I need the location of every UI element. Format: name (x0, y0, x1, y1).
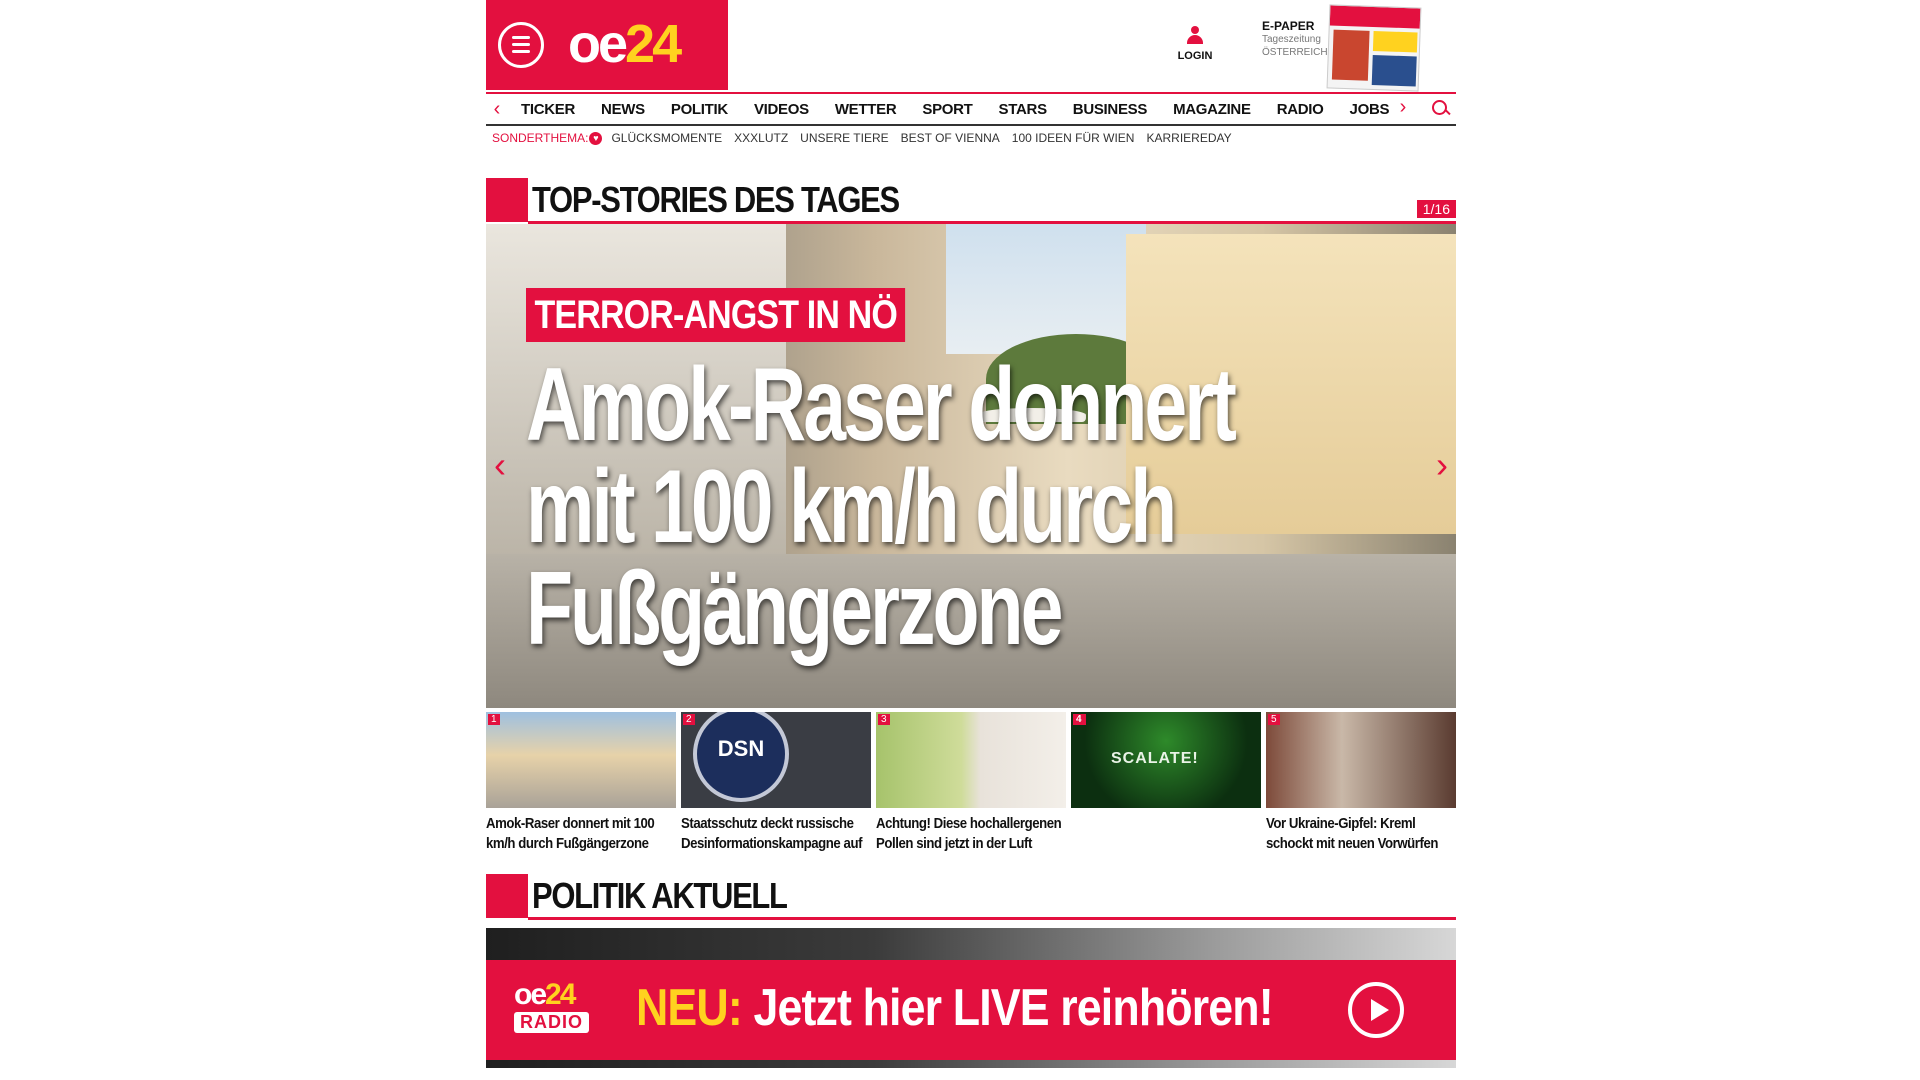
radio-banner-text: Jetzt hier LIVE reinhören! (753, 979, 1273, 1037)
page: oe24 LOGIN E-PAPER Tageszeitung ÖSTERREI… (486, 0, 1456, 1080)
search-icon[interactable] (1432, 100, 1450, 118)
teaser-image[interactable]: SCALATE! 4 (1071, 712, 1261, 808)
teaser-number: 2 (683, 714, 695, 725)
user-icon (1187, 26, 1203, 46)
heart-icon: ♥ (589, 131, 603, 145)
teaser-image[interactable]: 1 (486, 712, 676, 808)
epaper-link[interactable]: E-PAPER Tageszeitung ÖSTERREICH (1262, 19, 1328, 59)
heading-underline (528, 917, 1456, 920)
logo-oe: oe (568, 14, 628, 74)
special-topic-item[interactable]: XXXLUTZ (728, 131, 794, 145)
radio-banner-message: NEU: Jetzt hier LIVE reinhören! (636, 978, 1274, 1038)
teaser-number: 4 (1073, 714, 1086, 725)
teaser-title[interactable]: Achtung! Diese hochallergenen Pollen sin… (876, 814, 1066, 854)
special-topic-item[interactable]: BEST OF VIENNA (895, 131, 1006, 145)
heading-accent-block (486, 178, 528, 222)
special-topic-item[interactable]: KARRIEREDAY (1140, 131, 1237, 145)
site-logo[interactable]: oe24 (568, 14, 682, 74)
nav-item-radio[interactable]: RADIO (1264, 101, 1337, 118)
nav-item-magazine[interactable]: MAGAZINE (1160, 101, 1264, 118)
nav-item-videos[interactable]: VIDEOS (741, 101, 822, 118)
nav-item-business[interactable]: BUSINESS (1060, 101, 1160, 118)
radio-banner-new: NEU: (636, 979, 743, 1037)
epaper-subtitle: Tageszeitung (1262, 34, 1321, 45)
special-topics-bar: SONDERTHEMA: ♥ GLÜCKSMOMENTE XXXLUTZ UNS… (486, 126, 1456, 150)
epaper-thumbnail[interactable] (1326, 4, 1422, 92)
teaser-card[interactable]: DSN 2 Staatsschutz deckt russische Desin… (681, 712, 871, 854)
nav-right-arrow-icon[interactable]: › (1392, 96, 1414, 119)
epaper-photo-2 (1372, 30, 1418, 53)
nav-left-arrow-icon[interactable]: ‹ (486, 98, 508, 121)
slide-counter: 1/16 (1416, 200, 1456, 218)
heading-accent-block (486, 874, 528, 918)
radio-logo-label: RADIO (514, 1012, 589, 1033)
teaser-number: 5 (1268, 714, 1280, 725)
nav-item-stars[interactable]: STARS (986, 101, 1060, 118)
radio-banner[interactable]: oe24 RADIO NEU: Jetzt hier LIVE reinhöre… (486, 960, 1456, 1060)
epaper-photo-3 (1371, 54, 1417, 87)
top-stories-heading: TOP-STORIES DES TAGES 1/16 (486, 178, 1456, 224)
teaser-card[interactable]: 5 Vor Ukraine-Gipfel: Kreml schockt mit … (1266, 712, 1456, 854)
special-topic-label: SONDERTHEMA: (492, 131, 589, 145)
teaser-title[interactable]: Staatsschutz deckt russische Desinformat… (681, 814, 871, 854)
teaser-card[interactable]: SCALATE! 4 (1071, 712, 1261, 854)
carousel-next-icon[interactable]: › (1436, 444, 1448, 486)
top-stories-title: TOP-STORIES DES TAGES (532, 179, 900, 220)
nav-item-news[interactable]: NEWS (588, 101, 658, 118)
nav-item-sport[interactable]: SPORT (909, 101, 985, 118)
carousel-prev-icon[interactable]: ‹ (494, 444, 506, 486)
hero-story[interactable]: TERROR-ANGST IN NÖ Amok-Raser donnert mi… (486, 224, 1456, 708)
hero-kicker: TERROR-ANGST IN NÖ (526, 288, 906, 342)
dsn-seal-text: DSN (717, 736, 765, 761)
politik-lead-image[interactable]: oe24 RADIO NEU: Jetzt hier LIVE reinhöre… (486, 928, 1456, 1068)
special-topic-item[interactable]: UNSERE TIERE (794, 131, 894, 145)
teaser-title[interactable]: Amok-Raser donnert mit 100 km/h durch Fu… (486, 814, 676, 854)
teaser-card[interactable]: 1 Amok-Raser donnert mit 100 km/h durch … (486, 712, 676, 854)
teaser-image[interactable]: 3 (876, 712, 1066, 808)
logo-box: oe24 (486, 0, 728, 90)
site-header: oe24 LOGIN E-PAPER Tageszeitung ÖSTERREI… (486, 0, 1456, 92)
teaser-image[interactable]: 5 (1266, 712, 1456, 808)
logo-24: 24 (625, 14, 682, 74)
teaser-title[interactable]: Vor Ukraine-Gipfel: Kreml schockt mit ne… (1266, 814, 1456, 854)
nav-item-wetter[interactable]: WETTER (822, 101, 910, 118)
special-topic-item[interactable]: GLÜCKSMOMENTE (605, 131, 728, 145)
teaser-card[interactable]: 3 Achtung! Diese hochallergenen Pollen s… (876, 712, 1066, 854)
politik-heading: POLITIK AKTUELL (486, 874, 1456, 920)
radio-logo-24: 24 (545, 978, 576, 1011)
main-nav: ‹ TICKER NEWS POLITIK VIDEOS WETTER SPOR… (486, 92, 1456, 126)
nav-items: TICKER NEWS POLITIK VIDEOS WETTER SPORT … (508, 101, 1456, 118)
epaper-masthead (1329, 5, 1421, 29)
hero-bg-sky (946, 224, 1146, 354)
nav-item-politik[interactable]: POLITIK (658, 101, 741, 118)
epaper-photo-1 (1331, 29, 1370, 81)
event-poster-text: SCALATE! (1111, 750, 1199, 767)
nav-item-ticker[interactable]: TICKER (508, 101, 588, 118)
teaser-number: 3 (878, 714, 890, 725)
story-teasers: 1 Amok-Raser donnert mit 100 km/h durch … (486, 712, 1456, 854)
epaper-publication: ÖSTERREICH (1262, 47, 1328, 58)
politik-title: POLITIK AKTUELL (532, 875, 788, 916)
radio-logo: oe24 RADIO (514, 980, 606, 1033)
special-topic-item[interactable]: 100 IDEEN FÜR WIEN (1006, 131, 1141, 145)
login-label: LOGIN (1177, 50, 1213, 62)
teaser-number: 1 (488, 714, 500, 725)
hero-headline[interactable]: Amok-Raser donnert mit 100 km/h durch Fu… (526, 353, 1340, 661)
login-button[interactable]: LOGIN (1170, 26, 1220, 62)
dsn-seal-logo: DSN (693, 712, 789, 802)
epaper-title: E-PAPER (1262, 19, 1315, 33)
menu-icon[interactable] (498, 22, 544, 68)
play-icon[interactable] (1348, 982, 1404, 1038)
radio-logo-oe: oe (514, 978, 547, 1011)
teaser-image[interactable]: DSN 2 (681, 712, 871, 808)
